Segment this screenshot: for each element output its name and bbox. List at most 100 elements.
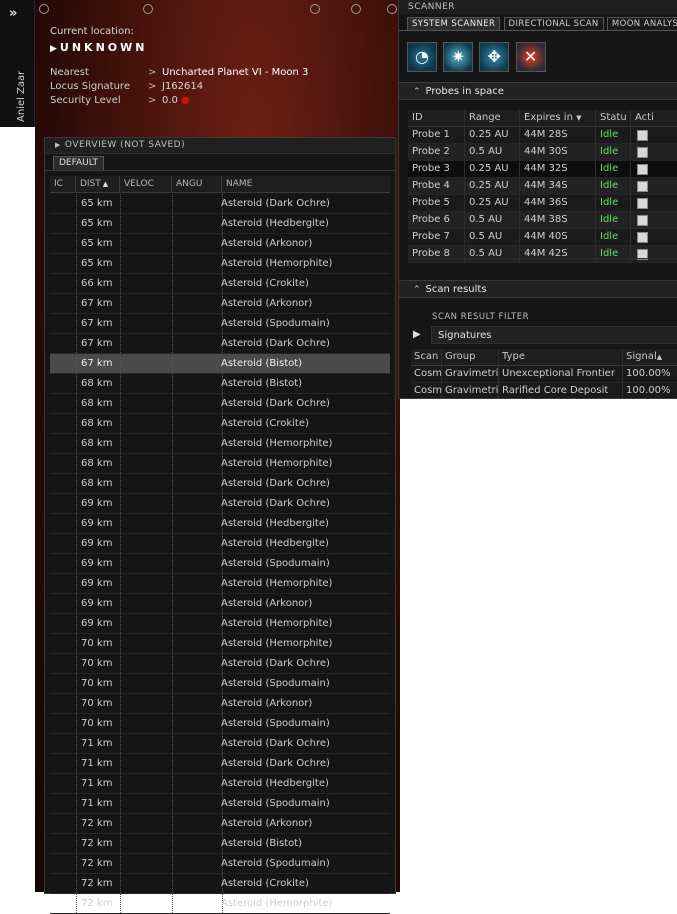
locus-label: Locus Signature — [50, 81, 130, 92]
overview-row[interactable]: 71 km Asteroid (Dark Ochre) — [50, 734, 390, 754]
probe-active-checkbox-icon[interactable] — [637, 147, 648, 158]
scan-filter[interactable]: ▶ Signatures — [413, 326, 677, 344]
overview-row[interactable]: 71 km Asteroid (Spodumain) — [50, 794, 390, 814]
probe-row[interactable]: Probe 1 0.25 AU 44M 28S Idle — [408, 127, 677, 144]
overview-row[interactable]: 68 km Asteroid (Hemorphite) — [50, 454, 390, 474]
probe-active-checkbox-icon[interactable] — [637, 198, 648, 209]
row-name: Asteroid (Spodumain) — [221, 314, 390, 333]
recall-icon[interactable]: ✕ — [515, 42, 546, 72]
overview-row[interactable]: 68 km Asteroid (Dark Ochre) — [50, 474, 390, 494]
probe-active-checkbox-icon[interactable] — [637, 181, 648, 192]
probe-action — [631, 161, 677, 177]
probe-row[interactable]: Probe 2 0.5 AU 44M 30S Idle — [408, 144, 677, 161]
probe-status: Idle — [596, 212, 631, 228]
col-status[interactable]: Statu — [596, 110, 631, 126]
overview-row[interactable]: 71 km Asteroid (Dark Ochre) — [50, 754, 390, 774]
probes-scrollbar[interactable] — [408, 258, 677, 275]
col-signal[interactable]: Signal▲ — [623, 349, 677, 365]
result-row[interactable]: Cosm Gravimetri Rarified Core Deposit 100.0… — [411, 383, 677, 398]
overview-row[interactable]: 69 km Asteroid (Arkonor) — [50, 594, 390, 614]
row-velocity — [120, 894, 172, 913]
probe-active-checkbox-icon[interactable] — [637, 232, 648, 243]
overview-row[interactable]: 69 km Asteroid (Hemorphite) — [50, 574, 390, 594]
overview-row[interactable]: 70 km Asteroid (Spodumain) — [50, 714, 390, 734]
probes-section-header[interactable]: ⌃ Probes in space — [399, 82, 677, 100]
overview-row[interactable]: 66 km Asteroid (Crokite) — [50, 274, 390, 294]
analyze-icon[interactable]: ◔ — [407, 42, 437, 72]
overview-row[interactable]: 70 km Asteroid (Spodumain) — [50, 674, 390, 694]
overview-row[interactable]: 68 km Asteroid (Bistot) — [50, 374, 390, 394]
overview-row[interactable]: 67 km Asteroid (Spodumain) — [50, 314, 390, 334]
col-group[interactable]: Group — [442, 349, 499, 365]
tab-default[interactable]: DEFAULT — [53, 156, 104, 170]
col-id[interactable]: ID — [408, 110, 465, 126]
probe-active-checkbox-icon[interactable] — [637, 130, 648, 141]
nearest-value[interactable]: Uncharted Planet VI - Moon 3 — [162, 67, 308, 78]
overview-row[interactable]: 70 km Asteroid (Hemorphite) — [50, 634, 390, 654]
col-name[interactable]: NAME — [222, 176, 390, 192]
overview-row[interactable]: 65 km Asteroid (Hemorphite) — [50, 254, 390, 274]
overview-row[interactable]: 72 km Asteroid (Bistot) — [50, 834, 390, 854]
probe-row[interactable]: Probe 5 0.25 AU 44M 36S Idle — [408, 195, 677, 212]
overview-row[interactable]: 71 km Asteroid (Hedbergite) — [50, 774, 390, 794]
probe-row[interactable]: Probe 6 0.5 AU 44M 38S Idle — [408, 212, 677, 229]
tab-system-scanner[interactable]: SYSTEM SCANNER — [407, 17, 501, 30]
overview-row[interactable]: 69 km Asteroid (Hedbergite) — [50, 534, 390, 554]
row-angular — [172, 234, 222, 253]
probe-row[interactable]: Probe 4 0.25 AU 44M 34S Idle — [408, 178, 677, 195]
probe-active-checkbox-icon[interactable] — [637, 164, 648, 175]
col-type[interactable]: Type — [499, 349, 623, 365]
overview-row[interactable]: 69 km Asteroid (Dark Ochre) — [50, 494, 390, 514]
overview-row[interactable]: 70 km Asteroid (Arkonor) — [50, 694, 390, 714]
overview-row[interactable]: 67 km Asteroid (Dark Ochre) — [50, 334, 390, 354]
overview-row[interactable]: 69 km Asteroid (Hemorphite) — [50, 614, 390, 634]
overview-row[interactable]: 68 km Asteroid (Hemorphite) — [50, 434, 390, 454]
col-icon[interactable]: IC — [50, 176, 76, 192]
probe-active-checkbox-icon[interactable] — [637, 215, 648, 226]
col-angular[interactable]: ANGU — [172, 176, 222, 192]
results-section-header[interactable]: ⌃ Scan results — [399, 280, 677, 298]
pinpoint-icon[interactable]: ✥ — [479, 42, 510, 72]
overview-row[interactable]: 68 km Asteroid (Crokite) — [50, 414, 390, 434]
overview-row[interactable]: 72 km Asteroid (Spodumain) — [50, 854, 390, 874]
row-name: Asteroid (Hemorphite) — [221, 254, 390, 273]
col-action[interactable]: Acti — [631, 110, 677, 126]
col-expires[interactable]: Expires in ▼ — [520, 110, 596, 126]
overview-title[interactable]: OVERVIEW (NOT SAVED) — [45, 138, 395, 154]
overview-row[interactable]: 65 km Asteroid (Arkonor) — [50, 234, 390, 254]
row-distance: 70 km — [76, 674, 120, 693]
overview-row[interactable]: 69 km Asteroid (Spodumain) — [50, 554, 390, 574]
double-chevron-right-icon[interactable]: » — [9, 6, 17, 21]
scan-filter-select[interactable]: Signatures — [431, 326, 677, 344]
col-distance[interactable]: DIST ▲ — [76, 176, 120, 192]
col-scan[interactable]: Scan — [411, 349, 442, 365]
overview-row[interactable]: 69 km Asteroid (Hedbergite) — [50, 514, 390, 534]
scanner-title[interactable]: SCANNER — [399, 0, 677, 14]
row-velocity — [120, 434, 172, 453]
overview-row[interactable]: 72 km Asteroid (Hemorphite) — [50, 894, 390, 914]
overview-row[interactable]: 65 km Asteroid (Dark Ochre) — [50, 194, 390, 214]
row-angular — [172, 554, 222, 573]
overview-row[interactable]: 65 km Asteroid (Hedbergite) — [50, 214, 390, 234]
col-velocity[interactable]: VELOC — [120, 176, 172, 192]
row-distance: 70 km — [76, 634, 120, 653]
row-velocity — [120, 614, 172, 633]
probe-row[interactable]: Probe 3 0.25 AU 44M 32S Idle — [408, 161, 677, 178]
result-row[interactable]: Cosm Gravimetri Unexceptional Frontier 100.… — [411, 366, 677, 383]
row-distance: 68 km — [76, 374, 120, 393]
expand-arrow-icon[interactable]: ▶ — [413, 326, 421, 344]
overview-row[interactable]: 67 km Asteroid (Bistot) — [50, 354, 390, 374]
overview-row[interactable]: 70 km Asteroid (Dark Ochre) — [50, 654, 390, 674]
overview-row[interactable]: 67 km Asteroid (Arkonor) — [50, 294, 390, 314]
probe-row[interactable]: Probe 7 0.5 AU 44M 40S Idle — [408, 229, 677, 246]
system-name[interactable]: UNKNOWN — [50, 41, 147, 54]
tab-directional-scan[interactable]: DIRECTIONAL SCAN — [503, 17, 604, 30]
character-name[interactable]: Aniel Zaar — [16, 71, 27, 122]
overview-row[interactable]: 68 km Asteroid (Dark Ochre) — [50, 394, 390, 414]
overview-row[interactable]: 72 km Asteroid (Arkonor) — [50, 814, 390, 834]
probe-expires: 44M 36S — [520, 195, 596, 211]
col-range[interactable]: Range — [465, 110, 520, 126]
tab-moon-analysis[interactable]: MOON ANALYS — [606, 17, 677, 30]
spread-icon[interactable]: ✷ — [443, 42, 474, 72]
overview-row[interactable]: 72 km Asteroid (Crokite) — [50, 874, 390, 894]
